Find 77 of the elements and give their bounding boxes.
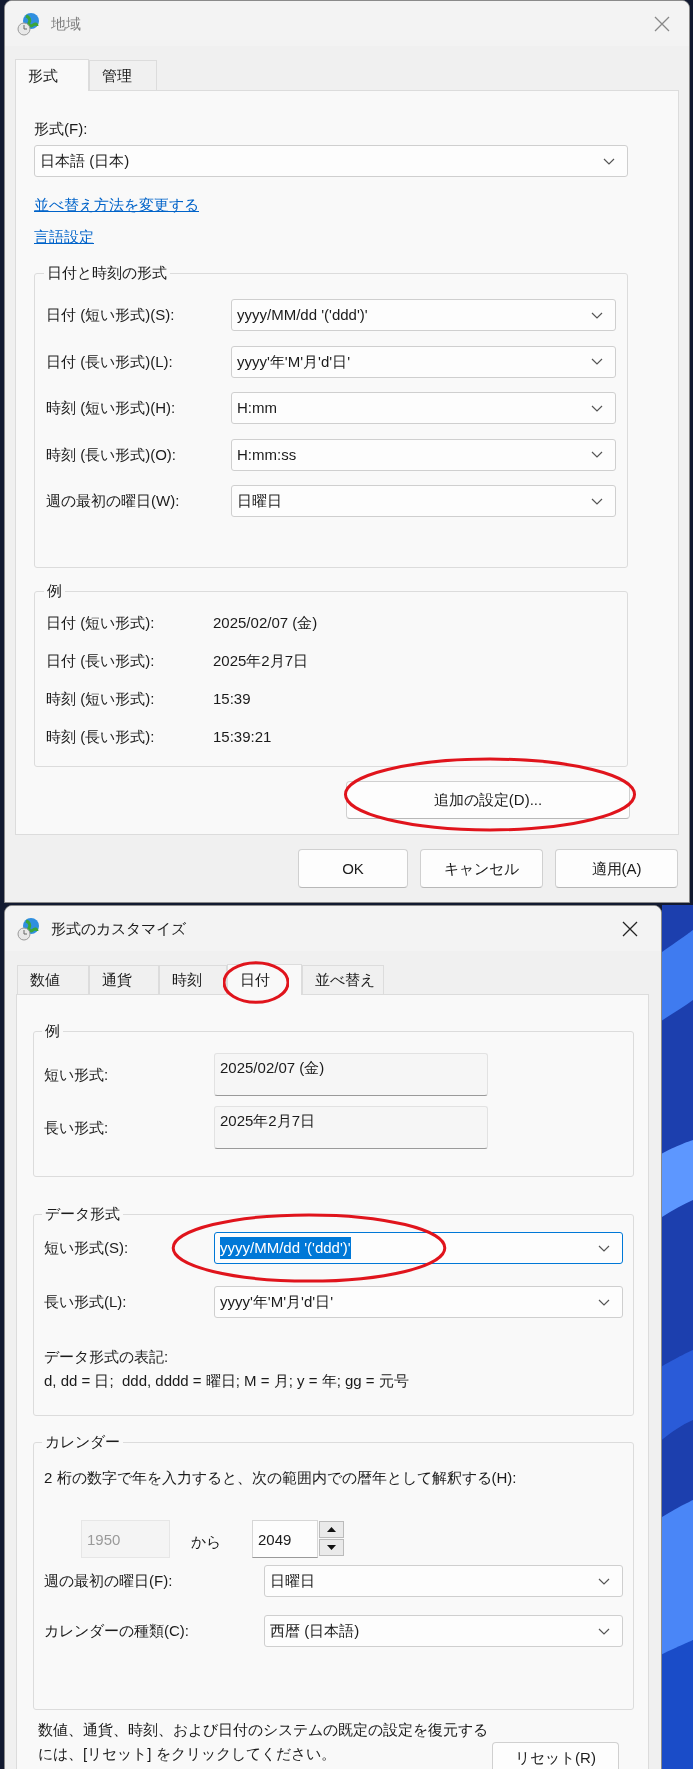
tab[interactable]: 通貨	[89, 965, 159, 994]
dropdown[interactable]: 日曜日	[231, 485, 616, 517]
field-label: 短い形式:	[44, 1064, 110, 1085]
field-label: 週の最初の曜日(F):	[44, 1571, 174, 1591]
field-label: 週の最初の曜日(W):	[46, 491, 181, 511]
globe-clock-icon	[17, 11, 41, 36]
field-label: カレンダーの種類(C):	[44, 1621, 190, 1641]
link[interactable]: 並べ替え方法を変更する	[34, 194, 199, 216]
dropdown[interactable]: yyyy/MM/dd '('ddd')'	[214, 1232, 623, 1264]
additional-settings-button[interactable]: 追加の設定(D)...	[346, 781, 630, 819]
example-value: 15:39:21	[213, 727, 272, 747]
dropdown[interactable]: H:mm:ss	[231, 438, 616, 471]
field-label: 時刻 (長い形式):	[46, 727, 156, 747]
dropdown[interactable]: yyyy'年'M'月'd'日'	[231, 345, 616, 378]
notation-text: d, dd = 日; ddd, dddd = 曜日; M = 月; y = 年; gg = 元号	[44, 1371, 409, 1391]
field-label: 日付 (長い形式):	[46, 651, 156, 671]
field-label: 日付 (短い形式):	[46, 613, 156, 633]
triangle-up-icon	[327, 1527, 336, 1532]
example-value: 2025年2月7日	[213, 651, 309, 671]
tab[interactable]: 形式	[15, 59, 89, 91]
field-label: 短い形式(S):	[44, 1238, 130, 1258]
chevron-down-icon	[591, 451, 603, 458]
field-label: 時刻 (短い形式)(H):	[46, 398, 177, 418]
group-title: 日付と時刻の形式	[47, 264, 167, 281]
dropdown[interactable]: 日曜日	[264, 1565, 623, 1597]
tab[interactable]: 時刻	[159, 965, 227, 994]
close-icon	[622, 920, 638, 937]
tab[interactable]: 日付	[227, 964, 302, 995]
field-label: 日付 (短い形式)(S):	[46, 305, 176, 325]
field-label: 長い形式(L):	[44, 1292, 128, 1312]
chevron-down-icon	[598, 1627, 610, 1635]
spin-up-button[interactable]	[319, 1521, 344, 1538]
chevron-down-icon	[603, 157, 615, 165]
chevron-down-icon	[598, 1244, 610, 1252]
group-title: 例	[45, 1022, 60, 1039]
chevron-down-icon	[591, 358, 603, 365]
tab[interactable]: 数値	[17, 965, 89, 994]
field-label: 長い形式:	[44, 1117, 110, 1138]
apply-button[interactable]: 適用(A)	[555, 849, 678, 888]
dropdown[interactable]: yyyy/MM/dd '('ddd')'	[231, 299, 616, 331]
window-title: 形式のカスタマイズ	[51, 918, 186, 939]
group-title: データ形式	[45, 1205, 120, 1222]
group-title: カレンダー	[45, 1433, 120, 1450]
group-title: 例	[47, 582, 62, 599]
notation-title: データ形式の表記:	[44, 1347, 169, 1367]
cancel-button[interactable]: キャンセル	[420, 849, 543, 888]
reset-button[interactable]: リセット(R)	[492, 1742, 619, 1769]
link[interactable]: 言語設定	[34, 226, 94, 248]
tab[interactable]: 管理	[89, 60, 157, 90]
chevron-down-icon	[598, 1577, 610, 1585]
field-label: 形式(F):	[34, 119, 88, 139]
tab[interactable]: 並べ替え	[302, 965, 384, 994]
field-label: から	[191, 1532, 222, 1552]
dropdown[interactable]: 日本語 (日本)	[34, 145, 628, 177]
spin-down-button[interactable]	[319, 1539, 344, 1556]
dropdown[interactable]: 西暦 (日本語)	[264, 1615, 623, 1647]
dropdown[interactable]: yyyy'年'M'月'd'日'	[214, 1286, 623, 1318]
year-field[interactable]: 2049	[252, 1520, 318, 1558]
ok-button[interactable]: OK	[298, 849, 408, 888]
chevron-down-icon	[591, 497, 603, 505]
example-value: 15:39	[213, 689, 251, 709]
example-value: 2025/02/07 (金)	[213, 613, 318, 633]
globe-clock-icon	[17, 916, 41, 941]
window-title: 地域	[51, 13, 81, 34]
field-label: 時刻 (長い形式)(O):	[46, 444, 177, 465]
chevron-down-icon	[591, 404, 603, 412]
dropdown[interactable]: H:mm	[231, 392, 616, 424]
field-label: 日付 (長い形式)(L):	[46, 351, 174, 372]
chevron-down-icon	[598, 1298, 610, 1306]
example-field: 2025年2月7日	[214, 1106, 488, 1149]
chevron-down-icon	[591, 311, 603, 319]
close-icon	[654, 15, 670, 32]
field-label: 時刻 (短い形式):	[46, 689, 156, 709]
reset-note: 数値、通貨、時刻、および日付のシステムの既定の設定を復元するには、[リセット] をクリックしてください。	[38, 1720, 488, 1764]
description-text: 2 桁の数字で年を入力すると、次の範囲内での暦年として解釈する(H):	[44, 1468, 517, 1488]
example-field: 2025/02/07 (金)	[214, 1053, 488, 1096]
triangle-down-icon	[327, 1545, 336, 1550]
